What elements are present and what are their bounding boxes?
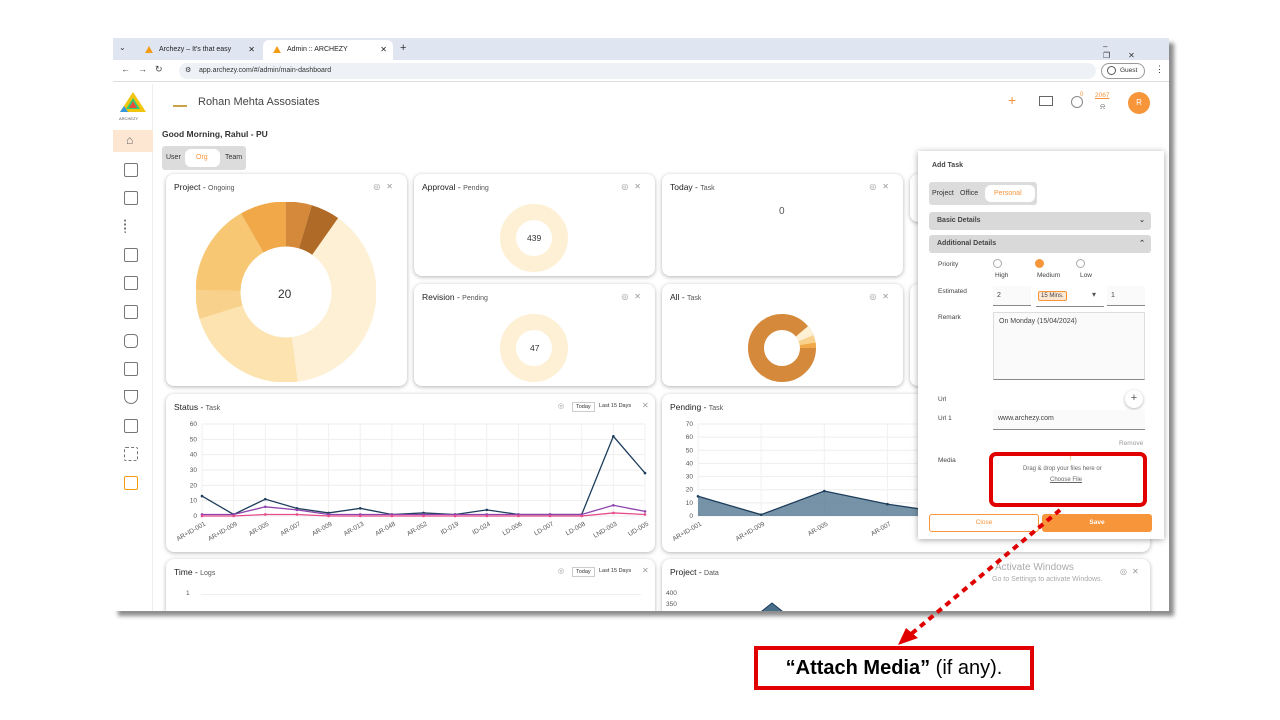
callout-bold-text: “Attach Media” [785, 657, 931, 679]
annotation-arrow [898, 508, 1062, 645]
callout-text: (if any). [930, 657, 1003, 679]
dashed-arrow-line [908, 508, 1062, 637]
callout-box: “Attach Media” (if any). [754, 646, 1034, 690]
